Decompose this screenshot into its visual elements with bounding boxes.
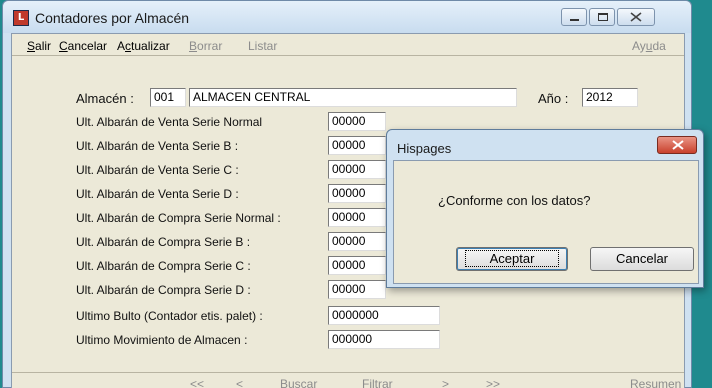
- dialog-body: ¿Conforme con los datos? Aceptar Cancela…: [393, 160, 699, 284]
- counter-label: Ult. Albarán de Compra Serie B :: [76, 235, 251, 249]
- counter-label: Ultimo Bulto (Contador etis. palet) :: [76, 309, 263, 323]
- anio-input[interactable]: 2012: [582, 88, 638, 107]
- counter-input[interactable]: 0000000: [328, 306, 440, 325]
- counter-label: Ult. Albarán de Compra Serie Normal :: [76, 211, 281, 225]
- menu-cancelar[interactable]: Cancelar: [59, 39, 107, 53]
- dialog-title: Hispages: [397, 141, 452, 156]
- navigation-bar: << < Buscar Filtrar > >> Resumen: [12, 372, 684, 388]
- menu-borrar[interactable]: Borrar: [189, 39, 222, 53]
- maximize-icon: [598, 13, 608, 21]
- title-bar[interactable]: L Contadores por Almacén: [3, 1, 691, 33]
- nav-next-button[interactable]: >: [442, 377, 449, 388]
- almacen-name-input[interactable]: ALMACEN CENTRAL: [189, 88, 517, 107]
- minimize-icon: [570, 19, 579, 21]
- menu-actualizar[interactable]: Actualizar: [117, 39, 170, 53]
- anio-label: Año :: [538, 91, 569, 106]
- confirm-dialog: Hispages ¿Conforme con los datos? Acepta…: [386, 129, 704, 288]
- window-title: Contadores por Almacén: [35, 10, 190, 26]
- nav-filtrar-button[interactable]: Filtrar: [362, 377, 393, 388]
- counter-input[interactable]: 00000: [328, 280, 386, 299]
- menu-bar: Salir Cancelar Actualizar Borrar Listar …: [12, 34, 684, 56]
- counter-input[interactable]: 00000: [328, 136, 386, 155]
- menu-listar[interactable]: Listar: [248, 39, 277, 53]
- counter-label: Ult. Albarán de Compra Serie C :: [76, 259, 251, 273]
- almacen-label: Almacén :: [76, 91, 134, 106]
- nav-first-button[interactable]: <<: [190, 377, 204, 388]
- cancelar-button[interactable]: Cancelar: [590, 247, 694, 271]
- menu-salir[interactable]: Salir: [27, 39, 51, 53]
- counter-label: Ult. Albarán de Venta Serie C :: [76, 163, 239, 177]
- aceptar-button[interactable]: Aceptar: [456, 247, 568, 271]
- almacen-code-input[interactable]: 001: [150, 88, 186, 107]
- counter-label: Ult. Albarán de Venta Serie Normal: [76, 115, 263, 129]
- counter-input[interactable]: 00000: [328, 256, 386, 275]
- close-button[interactable]: [617, 8, 655, 26]
- close-icon: [672, 140, 684, 150]
- minimize-button[interactable]: [561, 8, 587, 26]
- aceptar-label: Aceptar: [464, 250, 560, 267]
- counter-input[interactable]: 00000: [328, 208, 386, 227]
- nav-last-button[interactable]: >>: [486, 377, 500, 388]
- menu-ayuda[interactable]: Ayuda: [632, 39, 666, 53]
- nav-prev-button[interactable]: <: [236, 377, 243, 388]
- dialog-close-button[interactable]: [657, 136, 697, 154]
- counter-input[interactable]: 00000: [328, 160, 386, 179]
- counter-label: Ult. Albarán de Compra Serie D :: [76, 283, 251, 297]
- app-icon: L: [13, 10, 29, 26]
- counter-input[interactable]: 00000: [328, 232, 386, 251]
- counter-input[interactable]: 00000: [328, 112, 386, 131]
- counter-label: Ultimo Movimiento de Almacen :: [76, 333, 248, 347]
- close-icon: [630, 12, 642, 22]
- nav-buscar-button[interactable]: Buscar: [280, 377, 317, 388]
- dialog-message: ¿Conforme con los datos?: [438, 193, 591, 208]
- counter-input[interactable]: 00000: [328, 184, 386, 203]
- maximize-button[interactable]: [589, 8, 615, 26]
- nav-resumen-button[interactable]: Resumen: [630, 377, 681, 388]
- counter-label: Ult. Albarán de Venta Serie B :: [76, 139, 239, 153]
- counter-label: Ult. Albarán de Venta Serie D :: [76, 187, 239, 201]
- counter-input[interactable]: 000000: [328, 330, 440, 349]
